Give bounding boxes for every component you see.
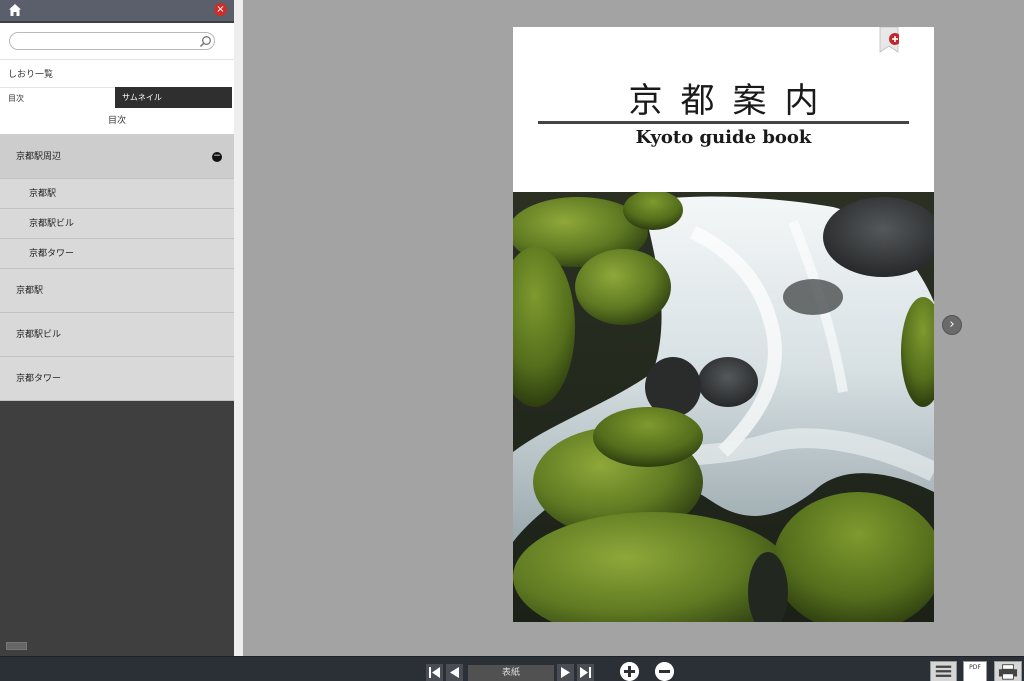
toc-item-label: 京都駅ビル	[16, 330, 62, 340]
last-page-icon[interactable]	[577, 664, 594, 681]
toc-item-kyoto-station-sub[interactable]: 京都駅	[0, 179, 234, 209]
bookmarks-link[interactable]: しおり一覧	[8, 67, 53, 80]
sidebar-resize-button[interactable]	[6, 642, 27, 650]
title-rule	[538, 121, 909, 124]
zoom-in-icon[interactable]	[620, 662, 639, 681]
toc-item-label: 京都タワー	[29, 249, 75, 259]
sidebar-border	[234, 0, 243, 656]
search-box	[9, 32, 215, 50]
toc-item-label: 京都駅ビル	[29, 219, 75, 229]
search-input[interactable]	[18, 34, 196, 48]
toc-item-label: 京都駅	[29, 189, 57, 199]
toc-item-kyoto-station[interactable]: 京都駅	[0, 269, 234, 313]
cover-photo-waterfall	[513, 192, 934, 622]
pdf-icon[interactable]: PDF	[963, 661, 987, 681]
search-icon[interactable]	[199, 35, 212, 48]
toc-item-label: 京都駅	[16, 286, 44, 296]
toc-list: 京都駅周辺 − 京都駅 京都駅ビル 京都タワー 京都駅 京都駅ビル 京都タワー	[0, 135, 234, 401]
toc-heading: 目次	[0, 108, 234, 135]
toc-item-station-building-sub[interactable]: 京都駅ビル	[0, 209, 234, 239]
home-icon[interactable]	[8, 3, 22, 17]
page-title: 京都案内	[628, 81, 837, 121]
book-page[interactable]: 京都案内 Kyoto guide book	[513, 27, 934, 622]
toc-item-kyoto-station-area[interactable]: 京都駅周辺 −	[0, 135, 234, 179]
prev-page-icon[interactable]	[446, 664, 463, 681]
first-page-icon[interactable]	[426, 664, 443, 681]
toc-item-kyoto-tower-sub[interactable]: 京都タワー	[0, 239, 234, 269]
divider	[0, 59, 234, 60]
page-subtitle: Kyoto guide book	[635, 127, 812, 148]
sidebar-panel: しおり一覧 目次 サムネイル 目次 京都駅周辺 − 京都駅 京都駅ビル 京都タワ…	[0, 23, 234, 401]
toc-item-label: 京都駅周辺	[16, 152, 62, 162]
close-icon[interactable]: ×	[214, 3, 227, 16]
next-icon[interactable]	[557, 664, 574, 681]
tab-toc[interactable]: 目次	[0, 87, 115, 108]
bookmark-add-icon[interactable]	[879, 27, 899, 53]
toc-item-station-building[interactable]: 京都駅ビル	[0, 313, 234, 357]
menu-icon[interactable]	[930, 661, 957, 681]
zoom-out-icon[interactable]	[655, 662, 674, 681]
toc-item-label: 京都タワー	[16, 374, 62, 384]
page-indicator[interactable]: 表紙	[468, 665, 554, 681]
tab-thumbnail[interactable]: サムネイル	[115, 87, 232, 108]
bottom-toolbar: 表紙 PDF	[0, 656, 1024, 681]
print-icon[interactable]	[994, 661, 1022, 681]
chevron-right-icon[interactable]: ›	[942, 315, 962, 335]
toc-item-kyoto-tower[interactable]: 京都タワー	[0, 357, 234, 401]
pdf-label: PDF	[969, 664, 981, 671]
sidebar: × しおり一覧 目次 サムネイル 目次 京都駅周辺 − 京都駅 京都駅ビル 京都…	[0, 0, 234, 656]
collapse-icon[interactable]: −	[212, 152, 222, 162]
sidebar-header: ×	[0, 0, 234, 22]
